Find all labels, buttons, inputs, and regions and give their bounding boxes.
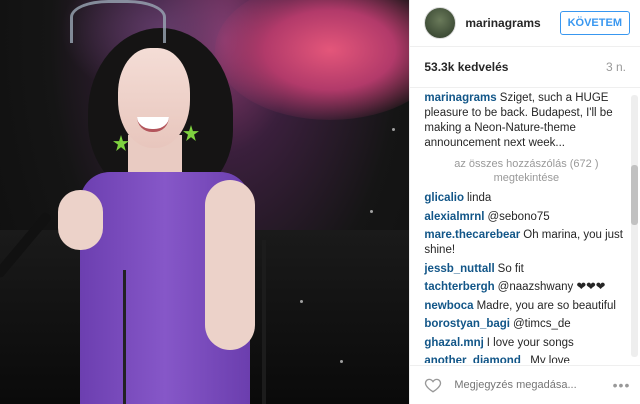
comment-text: @naazshwany ❤❤❤: [497, 281, 606, 293]
light-speck: [392, 128, 395, 131]
comment-username[interactable]: mare.thecarebear: [424, 229, 520, 241]
comment-username[interactable]: alexialmrnl: [424, 211, 484, 223]
comment-username[interactable]: glicalio: [424, 192, 464, 204]
comment-bar: •••: [410, 365, 640, 404]
scrollbar[interactable]: [631, 95, 638, 357]
instagram-post-modal: marinagrams KÖVETEM 53.3k kedvelés 3 n. …: [0, 0, 640, 404]
light-speck: [340, 360, 343, 363]
comment-text: So fit: [497, 262, 524, 275]
background-pink-smoke: [215, 0, 410, 120]
likes-count[interactable]: 53.3k kedvelés: [424, 60, 508, 74]
follow-button[interactable]: KÖVETEM: [559, 11, 630, 35]
comment-username[interactable]: tachterbergh: [424, 281, 494, 293]
singer-arm: [205, 180, 255, 350]
caption-username[interactable]: marinagrams: [424, 92, 496, 104]
comment-input[interactable]: [452, 378, 613, 392]
comment-item: tachterbergh @naazshwany ❤❤❤: [424, 280, 628, 295]
light-speck: [370, 210, 373, 213]
singer-hand: [58, 190, 103, 250]
comment-item: glicalio linda: [424, 191, 628, 206]
scrollbar-thumb[interactable]: [631, 165, 638, 225]
comment-username[interactable]: ghazal.mnj: [424, 337, 483, 349]
comment-text: I love your songs: [486, 336, 574, 349]
view-all-comments-link[interactable]: az összes hozzászólás (672 ) megtekintés…: [424, 157, 628, 185]
comment-username[interactable]: another_diamond_: [424, 355, 527, 363]
comment-item: jessb_nuttall So fit: [424, 262, 628, 277]
comment-text: linda: [466, 192, 492, 204]
comment-text: @timcs_de: [513, 318, 571, 330]
avatar[interactable]: [424, 7, 457, 39]
comment-item: newboca Madre, you are so beautiful: [424, 299, 628, 314]
post-age[interactable]: 3 n.: [606, 60, 626, 74]
post-header: marinagrams KÖVETEM: [410, 0, 640, 47]
comment-item: ghazal.mnj I love your songs: [424, 336, 628, 351]
heart-icon[interactable]: [424, 376, 442, 394]
comment-text: @sebono75: [487, 210, 550, 223]
light-speck: [300, 300, 303, 303]
comment-username[interactable]: borostyan_bagi: [424, 318, 510, 330]
comment-item: mare.thecarebear Oh marina, you just shin…: [424, 228, 628, 258]
username-link[interactable]: marinagrams: [465, 16, 559, 30]
caption: marinagrams Sziget, such a HUGE pleasure…: [424, 91, 628, 151]
mic-stand: [262, 240, 266, 404]
post-sidebar: marinagrams KÖVETEM 53.3k kedvelés 3 n. …: [409, 0, 640, 404]
comment-text: Madre, you are so beautiful: [476, 299, 616, 312]
post-photo[interactable]: [0, 0, 410, 404]
dress-zipper: [123, 270, 126, 404]
neon-crown: [70, 0, 166, 43]
comment-text: My love: [530, 355, 570, 363]
comment-username[interactable]: jessb_nuttall: [424, 263, 494, 275]
more-options-icon[interactable]: •••: [613, 377, 631, 393]
post-stats: 53.3k kedvelés 3 n.: [410, 47, 640, 88]
comment-item: alexialmrnl @sebono75: [424, 210, 628, 225]
comment-item: another_diamond_ My love: [424, 354, 628, 363]
comments-list[interactable]: marinagrams Sziget, such a HUGE pleasure…: [410, 87, 628, 363]
comment-item: borostyan_bagi @timcs_de: [424, 317, 628, 332]
singer-face: [118, 48, 190, 148]
comment-username[interactable]: newboca: [424, 300, 473, 312]
